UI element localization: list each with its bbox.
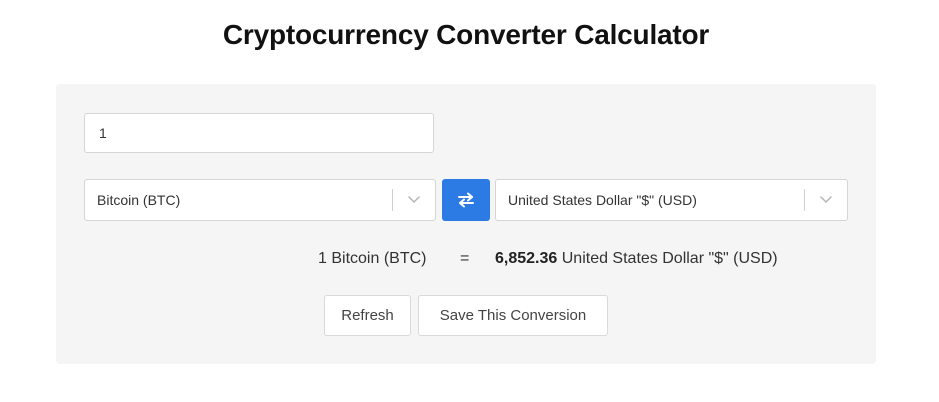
result-to-currency: United States Dollar "$" (USD): [561, 250, 778, 267]
amount-input[interactable]: [84, 113, 434, 153]
result-amount: 6,852.36: [495, 250, 558, 267]
refresh-button[interactable]: Refresh: [324, 295, 411, 336]
result-equals-sign: =: [460, 250, 470, 267]
save-conversion-button[interactable]: Save This Conversion: [418, 295, 608, 336]
from-currency-value: Bitcoin (BTC): [97, 192, 181, 208]
select-separator: [392, 189, 393, 211]
swap-currencies-button[interactable]: [442, 179, 490, 221]
result-to-text: 6,852.36 United States Dollar "$" (USD): [495, 249, 778, 269]
chevron-down-icon[interactable]: [407, 194, 421, 204]
chevron-down-icon[interactable]: [819, 194, 833, 204]
from-currency-select[interactable]: Bitcoin (BTC): [84, 179, 436, 221]
to-currency-value: United States Dollar "$" (USD): [508, 192, 697, 208]
to-currency-select[interactable]: United States Dollar "$" (USD): [495, 179, 848, 221]
converter-panel: Bitcoin (BTC) United States Dollar "$" (…: [56, 84, 876, 364]
result-from-text: 1 Bitcoin (BTC): [318, 250, 427, 267]
swap-arrows-icon: [458, 192, 474, 208]
select-separator: [804, 189, 805, 211]
page-title: Cryptocurrency Converter Calculator: [222, 19, 710, 50]
